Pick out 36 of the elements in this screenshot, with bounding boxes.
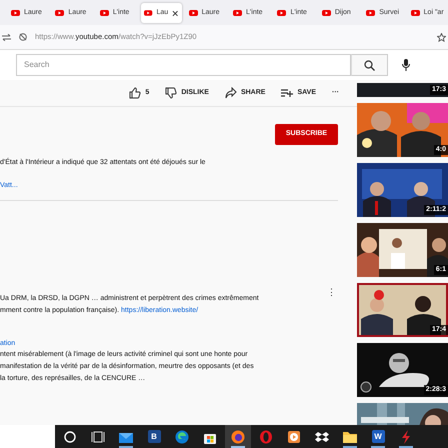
video-site-icon bbox=[322, 10, 331, 16]
search-icon bbox=[63, 430, 77, 444]
video-site-icon bbox=[410, 10, 420, 16]
permissions-icon[interactable] bbox=[2, 34, 11, 40]
video-site-icon bbox=[11, 10, 20, 16]
video-site-icon bbox=[188, 10, 198, 16]
video-site-icon bbox=[233, 10, 242, 16]
thumbs-down-icon bbox=[165, 87, 178, 99]
video-site-icon bbox=[366, 10, 376, 16]
opera-icon bbox=[259, 430, 273, 444]
close-icon[interactable] bbox=[172, 10, 179, 16]
taskbar-button[interactable]: W bbox=[365, 425, 391, 448]
task-view-icon bbox=[91, 430, 105, 444]
thumbs-up-icon bbox=[129, 87, 142, 99]
taskbar-button[interactable]: B bbox=[141, 425, 167, 448]
search-placeholder: Search bbox=[24, 59, 50, 71]
video-site-icon bbox=[144, 10, 152, 16]
video-site-icon bbox=[100, 10, 109, 16]
search-button[interactable] bbox=[351, 54, 388, 76]
lightning-icon bbox=[399, 430, 413, 444]
microphone-icon[interactable] bbox=[402, 59, 410, 71]
folder-icon bbox=[343, 430, 357, 444]
search-field[interactable]: Search bbox=[16, 54, 351, 76]
app-icon: B bbox=[148, 430, 160, 443]
video-site-icon bbox=[277, 10, 286, 16]
search-icon bbox=[364, 60, 375, 70]
add-to-playlist-icon bbox=[281, 88, 294, 98]
tracking-protection-icon[interactable] bbox=[19, 33, 27, 41]
taskbar-button[interactable] bbox=[225, 425, 251, 448]
app-icon: W bbox=[372, 430, 384, 443]
browser-icon bbox=[175, 430, 189, 444]
star-icon[interactable] bbox=[437, 32, 446, 42]
share-arrow-icon bbox=[224, 87, 237, 99]
comment-menu-button[interactable]: ⋮ bbox=[327, 286, 335, 298]
video-site-icon bbox=[55, 10, 64, 16]
media-player-icon bbox=[287, 430, 301, 444]
